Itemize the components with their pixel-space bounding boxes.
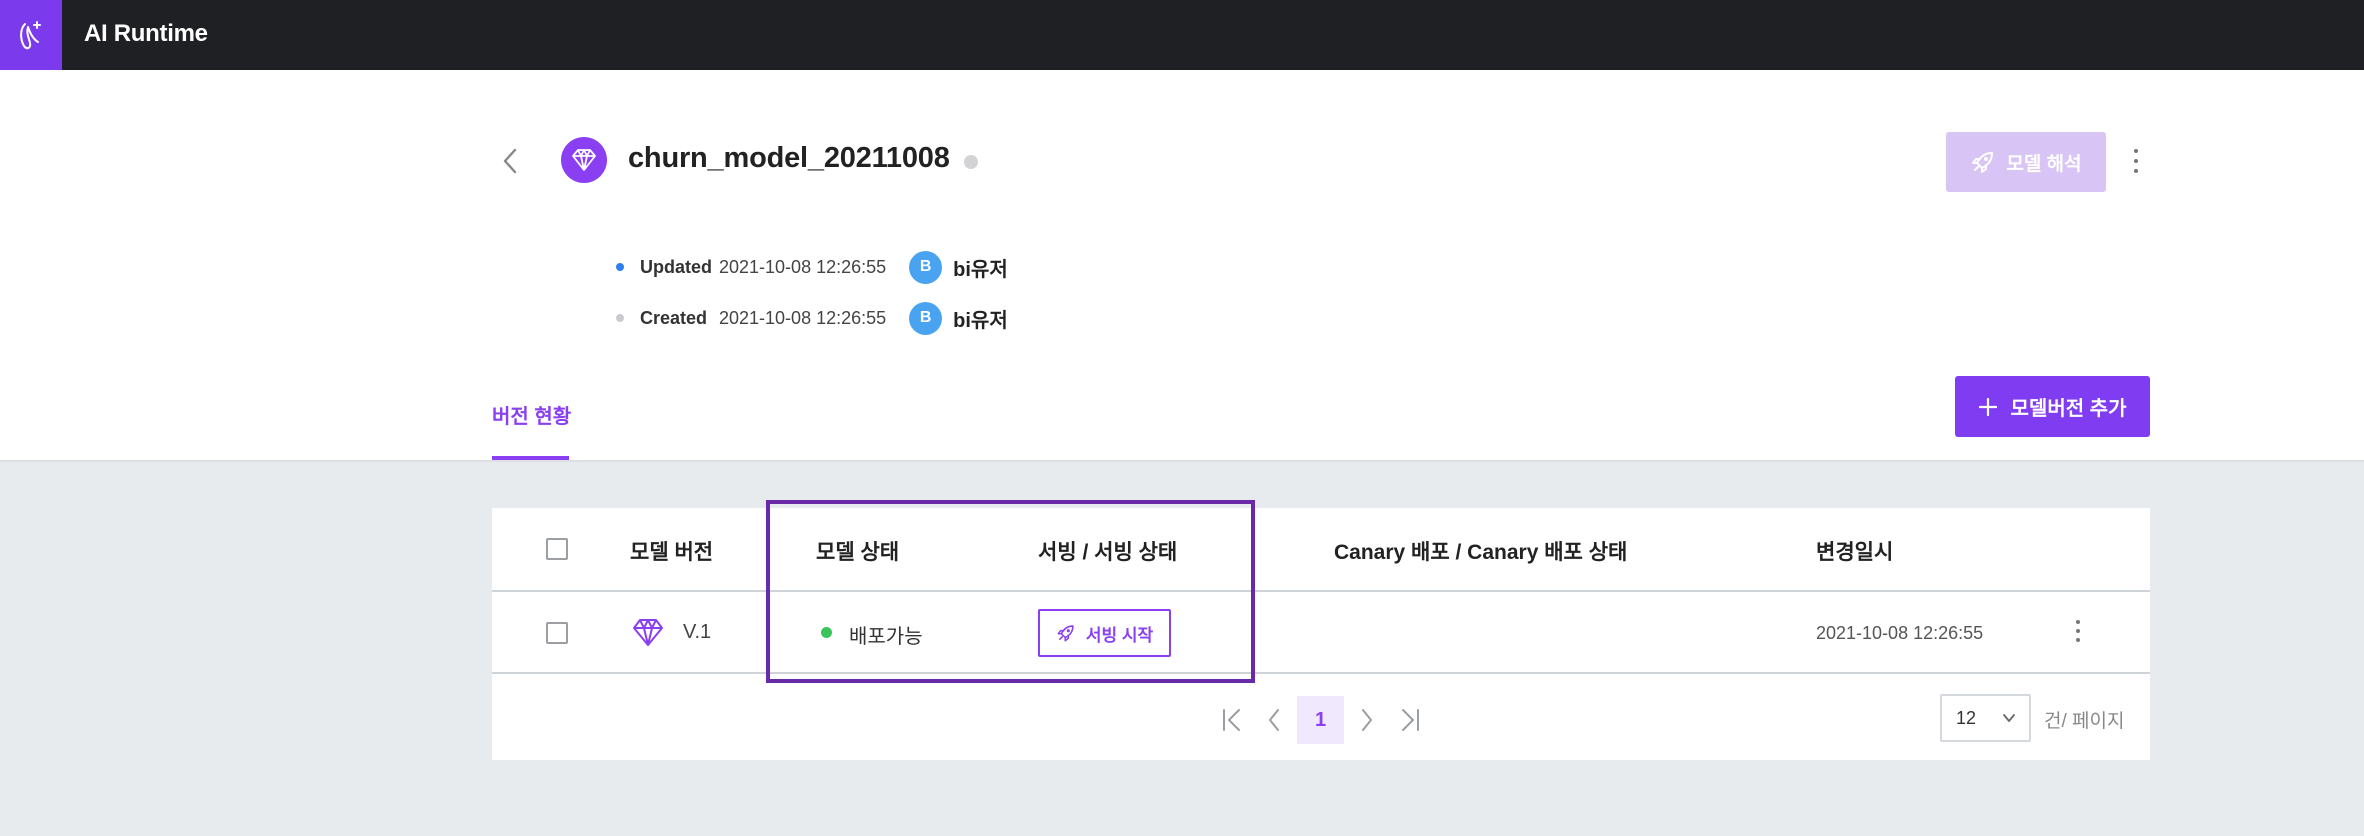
row-checkbox[interactable] — [546, 622, 568, 644]
avatar: B — [909, 301, 943, 335]
back-button[interactable] — [496, 146, 524, 176]
first-page-button[interactable] — [1218, 696, 1246, 744]
chevron-left-icon — [503, 148, 517, 174]
tab-version-status[interactable]: 버전 현황 — [492, 400, 571, 429]
modified-date: 2021-10-08 12:26:55 — [1816, 623, 1984, 643]
divider — [492, 672, 2150, 674]
add-model-version-label: 모델버전 추가 — [2010, 398, 2127, 420]
created-label: Created — [640, 307, 708, 328]
updated-label: Updated — [640, 256, 712, 277]
last-page-icon — [1402, 709, 1419, 731]
page-size-value: 12 — [1956, 707, 1977, 728]
updated-dot — [616, 263, 624, 271]
column-header-canary: Canary 배포 / Canary 배포 상태 — [1334, 541, 1628, 564]
next-page-button[interactable] — [1355, 696, 1379, 744]
rocket-icon — [1972, 152, 1994, 173]
avatar: B — [909, 250, 943, 284]
chevron-right-icon — [1362, 709, 1372, 731]
created-user: bi유저 — [953, 309, 1008, 332]
model-status-dot — [964, 155, 978, 169]
highlight-box — [766, 500, 1255, 683]
model-interpret-button[interactable]: 모델 해석 — [1946, 132, 2106, 192]
top-navigation-bar: AI Runtime — [0, 0, 2364, 70]
created-date: 2021-10-08 12:26:55 — [719, 307, 887, 328]
created-info: Created 2021-10-08 12:26:55 B bi유저 — [616, 301, 1008, 335]
more-vertical-icon[interactable] — [2128, 146, 2144, 176]
app-title: AI Runtime — [84, 20, 208, 47]
page-size-label: 건/ 페이지 — [2044, 711, 2125, 732]
chevron-down-icon — [2003, 714, 2015, 722]
add-model-version-button[interactable]: 모델버전 추가 — [1955, 376, 2150, 437]
diamond-icon — [561, 137, 607, 183]
created-dot — [616, 314, 624, 322]
page-number-current[interactable]: 1 — [1297, 696, 1344, 744]
column-header-modified: 변경일시 — [1816, 541, 1894, 564]
previous-page-button[interactable] — [1262, 696, 1286, 744]
updated-info: Updated 2021-10-08 12:26:55 B bi유저 — [616, 250, 1008, 284]
column-header-version: 모델 버전 — [630, 541, 714, 564]
model-name-title: churn_model_20211008 — [628, 142, 950, 174]
updated-date: 2021-10-08 12:26:55 — [719, 256, 887, 277]
updated-user: bi유저 — [953, 258, 1008, 281]
page-size-select[interactable]: 12 — [1940, 694, 2031, 742]
first-page-icon — [1223, 709, 1240, 731]
version-label[interactable]: V.1 — [683, 621, 711, 644]
select-all-checkbox[interactable] — [546, 538, 568, 560]
plus-icon — [1978, 397, 1997, 416]
chevron-left-icon — [1269, 709, 1279, 731]
runtime-logo-icon[interactable] — [0, 0, 62, 70]
model-interpret-label: 모델 해석 — [2006, 153, 2082, 175]
diamond-icon — [633, 619, 663, 646]
more-vertical-icon[interactable] — [2071, 618, 2085, 644]
last-page-button[interactable] — [1396, 696, 1424, 744]
divider — [492, 590, 2150, 592]
